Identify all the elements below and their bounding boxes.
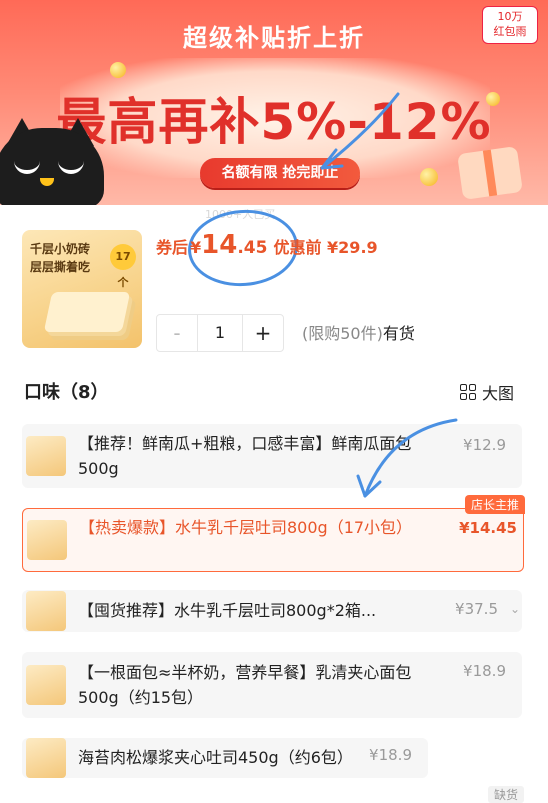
thumb-line-2: 层层撕着吃 [30, 260, 91, 274]
price-decimal: .45 [237, 238, 268, 258]
flavor-option-price: ¥18.9 [463, 662, 506, 680]
flavor-option-price: ¥37.5 [455, 600, 498, 618]
flavor-thumbnail [26, 738, 66, 778]
flavor-option-label: 【囤货推荐】水牛乳千层吐司800g*2箱... [78, 601, 377, 620]
product-thumbnail[interactable]: 千层小奶砖 层层撕着吃 17个 [22, 230, 142, 348]
out-of-stock-badge: 缺货 [487, 786, 524, 803]
flavor-option-label: 【一根面包≈半杯奶，营养早餐】乳清夹心面包500g（约15包） [78, 663, 412, 707]
stock-status: 有货 [382, 324, 415, 343]
original-price: 优惠前 ¥29.9 [273, 238, 378, 257]
thumb-badge: 17个 [110, 244, 136, 289]
stock-info: (限购50件)有货 [302, 320, 415, 344]
chevron-down-icon[interactable]: ⌄ [510, 602, 520, 616]
flavor-option[interactable]: 【一根面包≈半杯奶，营养早餐】乳清夹心面包500g（约15包） ¥18.9 [22, 652, 522, 718]
increase-button[interactable]: + [243, 315, 283, 351]
flavor-option-price: ¥14.45 [459, 519, 517, 537]
flavor-option[interactable]: 【囤货推荐】水牛乳千层吐司800g*2箱... ¥37.5 ⌄ [22, 590, 522, 632]
price-currency: ¥ [190, 238, 202, 257]
flavor-thumbnail [26, 591, 66, 631]
price-label: 券后 [156, 238, 189, 257]
thumb-line-1: 千层小奶砖 [30, 242, 91, 256]
annotation-arrow-icon [320, 92, 400, 170]
flavor-option[interactable]: 海苔肉松爆浆夹心吐司450g（约6包） ¥18.9 [22, 738, 428, 778]
annotation-arrow-icon [356, 418, 458, 498]
price-row: 券后 ¥14.45 优惠前 ¥29.9 [156, 230, 378, 260]
decrease-button[interactable]: - [157, 315, 197, 351]
flavor-option-label: 海苔肉松爆浆夹心吐司450g（约6包） [78, 748, 353, 767]
flavor-thumbnail [26, 665, 66, 705]
purchase-limit: (限购50件) [302, 324, 383, 343]
price-integer: 14 [201, 230, 238, 260]
quantity-stepper[interactable]: - 1 + [156, 314, 284, 352]
bread-image [43, 292, 131, 332]
grid-view-icon [460, 384, 476, 400]
flavor-option-price: ¥18.9 [369, 746, 412, 764]
quantity-value[interactable]: 1 [197, 315, 243, 351]
flavor-thumbnail [27, 520, 67, 560]
